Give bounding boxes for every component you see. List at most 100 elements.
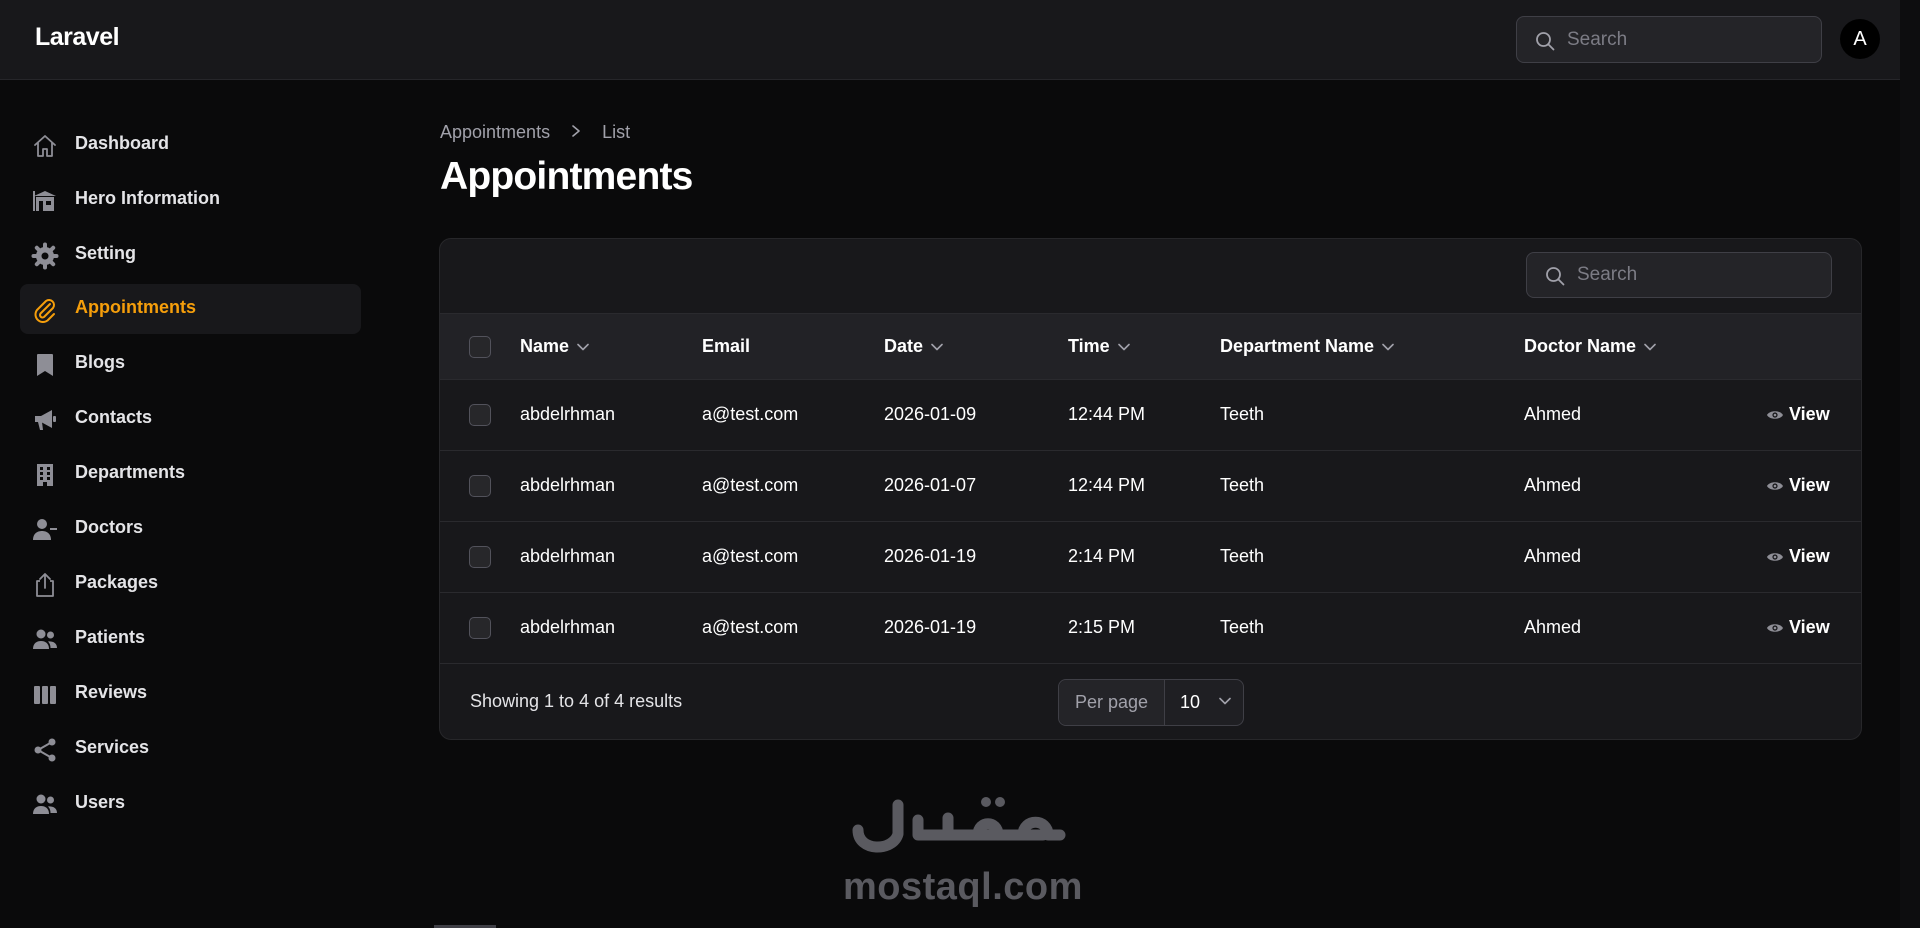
cell-email: a@test.com (702, 617, 799, 637)
column-header-time[interactable]: Time (1068, 336, 1130, 357)
cell-time: 2:14 PM (1068, 546, 1136, 566)
sidebar-item-services[interactable]: Services (20, 724, 361, 774)
table-header: Name Email Date Time Department Name Doc… (440, 313, 1861, 380)
home-icon (34, 135, 56, 157)
cell-date: 2026-01-09 (884, 404, 977, 424)
chevron-down-icon (1644, 343, 1656, 351)
column-header-email: Email (702, 336, 751, 356)
view-button[interactable]: View (1766, 617, 1830, 638)
sidebar-item-appointments[interactable]: Appointments (20, 284, 361, 334)
sidebar-item-label: Services (75, 737, 150, 757)
row-checkbox[interactable] (469, 617, 491, 639)
cell-name: abdelrhman (520, 546, 616, 566)
page-title: Appointments (440, 155, 693, 198)
row-checkbox[interactable] (469, 404, 491, 426)
sidebar-item-label: Blogs (75, 352, 126, 372)
cell-time: 12:44 PM (1068, 404, 1146, 424)
eye-icon (1767, 553, 1783, 561)
cell-department: Teeth (1220, 546, 1265, 566)
sidebar-item-dashboard[interactable]: Dashboard (20, 120, 361, 170)
table-search-input[interactable] (1577, 253, 1817, 297)
user-avatar[interactable]: A (1840, 19, 1880, 59)
users-icon (33, 629, 57, 649)
cell-name: abdelrhman (520, 617, 616, 637)
gear-icon (31, 242, 59, 270)
cell-department: Teeth (1220, 404, 1265, 424)
column-header-name[interactable]: Name (520, 336, 589, 357)
sidebar-item-setting[interactable]: Setting (20, 230, 361, 280)
watermark-text: mostaql.com (843, 866, 1083, 908)
eye-icon (1767, 411, 1783, 419)
sidebar-item-label: Setting (75, 243, 136, 263)
sidebar-item-label: Patients (75, 627, 146, 647)
cell-name: abdelrhman (520, 475, 616, 495)
per-page-label: Per page (1059, 680, 1165, 725)
cell-name: abdelrhman (520, 404, 616, 424)
sidebar-item-label: Packages (75, 572, 159, 592)
view-button[interactable]: View (1766, 546, 1830, 567)
megaphone-icon (35, 410, 56, 430)
per-page-value: 10 (1180, 692, 1201, 712)
view-button[interactable]: View (1766, 475, 1830, 496)
view-button[interactable]: View (1766, 404, 1830, 425)
sidebar-item-users[interactable]: Users (20, 779, 361, 829)
cell-department: Teeth (1220, 475, 1265, 495)
breadcrumb: Appointments List (440, 121, 630, 143)
sidebar-item-hero-information[interactable]: Hero Information (20, 175, 361, 225)
sidebar-item-blogs[interactable]: Blogs (20, 339, 361, 389)
cell-email: a@test.com (702, 546, 799, 566)
sidebar-item-doctors[interactable]: Doctors (20, 504, 361, 554)
cell-email: a@test.com (702, 475, 799, 495)
sidebar-item-packages[interactable]: Packages (20, 559, 361, 609)
cell-doctor: Ahmed (1524, 404, 1582, 424)
cell-date: 2026-01-19 (884, 546, 977, 566)
eye-icon (1767, 624, 1783, 632)
cell-date: 2026-01-07 (884, 475, 977, 495)
table-row[interactable]: abdelrhman a@test.com 2026-01-07 12:44 P… (440, 451, 1861, 522)
column-header-doctor[interactable]: Doctor Name (1524, 336, 1656, 357)
sidebar-item-label: Dashboard (75, 133, 170, 153)
paperclip-icon (34, 299, 55, 323)
table-row[interactable]: abdelrhman a@test.com 2026-01-09 12:44 P… (440, 380, 1861, 451)
office-building-icon (37, 464, 53, 486)
table-search-field[interactable] (1526, 252, 1832, 298)
sidebar-item-reviews[interactable]: Reviews (20, 669, 361, 719)
row-checkbox[interactable] (469, 546, 491, 568)
cell-doctor: Ahmed (1524, 617, 1582, 637)
sidebar-item-label: Reviews (75, 682, 148, 702)
appointments-table-card: Name Email Date Time Department Name Doc… (439, 238, 1862, 740)
brand-logo[interactable]: Laravel (35, 23, 120, 52)
sidebar-item-departments[interactable]: Departments (20, 449, 361, 499)
global-search-field[interactable] (1516, 16, 1822, 63)
share-nodes-icon (34, 738, 56, 762)
global-search-input[interactable] (1567, 17, 1807, 62)
cell-department: Teeth (1220, 617, 1265, 637)
per-page-select[interactable]: Per page 10 (1058, 679, 1244, 726)
breadcrumb-link-appointments[interactable]: Appointments (440, 122, 550, 143)
cell-doctor: Ahmed (1524, 546, 1582, 566)
sidebar-item-contacts[interactable]: Contacts (20, 394, 361, 444)
building-store-icon (33, 191, 56, 211)
search-icon (1546, 267, 1565, 286)
table-row[interactable]: abdelrhman a@test.com 2026-01-19 2:14 PM… (440, 522, 1861, 593)
share-upload-icon (36, 573, 54, 597)
pagination-summary: Showing 1 to 4 of 4 results (470, 691, 683, 711)
chevron-down-icon (1117, 343, 1130, 351)
table-row[interactable]: abdelrhman a@test.com 2026-01-19 2:15 PM… (440, 593, 1861, 664)
select-all-checkbox[interactable] (469, 336, 491, 358)
chevron-down-icon (931, 343, 943, 351)
column-header-date[interactable]: Date (884, 336, 943, 357)
bookmark-icon (37, 354, 53, 376)
chevron-down-icon (1219, 697, 1231, 705)
column-header-department[interactable]: Department Name (1220, 336, 1394, 357)
search-icon (1536, 32, 1555, 51)
scrollbar-track[interactable] (1900, 0, 1920, 928)
chevron-right-icon (571, 122, 581, 143)
sidebar-item-label: Users (75, 792, 126, 812)
sidebar-item-patients[interactable]: Patients (20, 614, 361, 664)
cell-doctor: Ahmed (1524, 475, 1582, 495)
eye-icon (1767, 482, 1783, 490)
cell-date: 2026-01-19 (884, 617, 977, 637)
row-checkbox[interactable] (469, 475, 491, 497)
cell-time: 12:44 PM (1068, 475, 1146, 495)
